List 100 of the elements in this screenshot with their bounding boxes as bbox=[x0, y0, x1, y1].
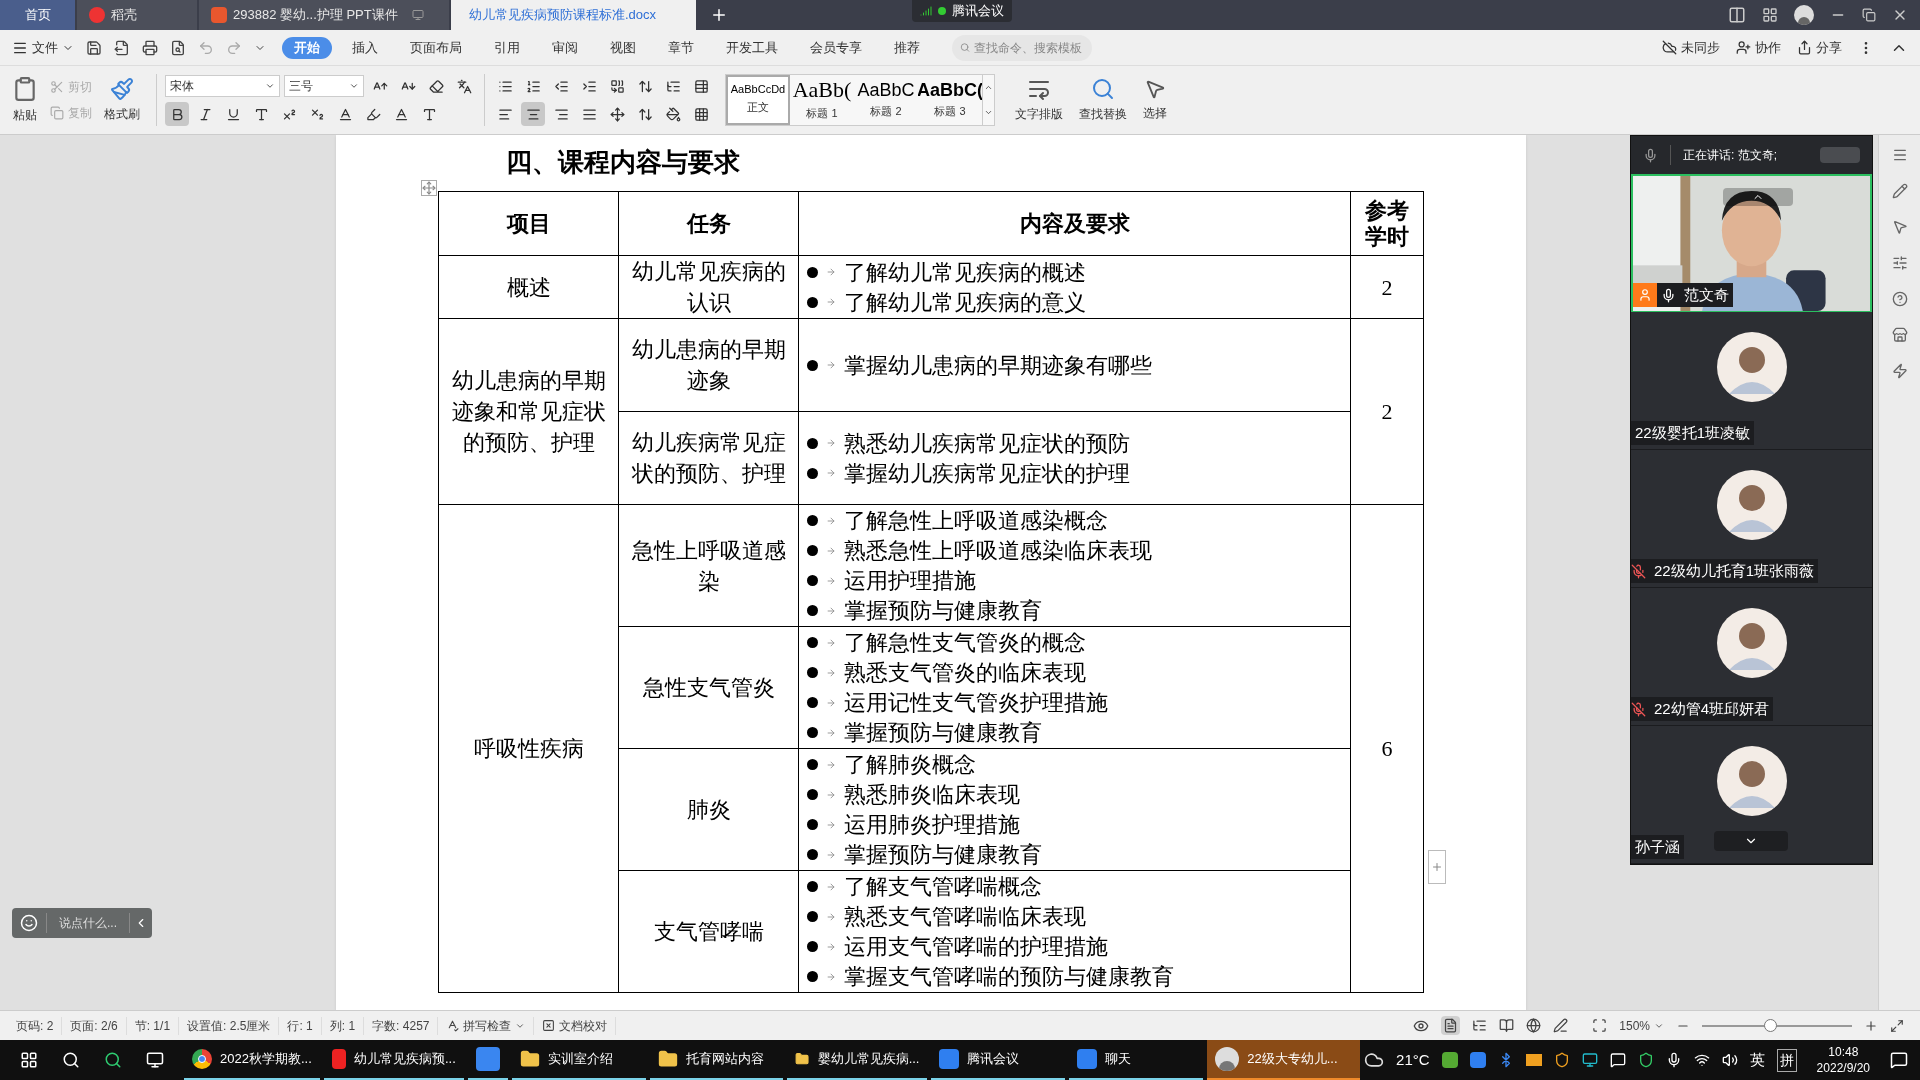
zoom-in-icon[interactable] bbox=[1864, 1018, 1878, 1033]
participant-tile[interactable]: 22级婴托1班凌敏 bbox=[1631, 312, 1872, 450]
participant-tile[interactable]: 22幼管4班邱妍君 bbox=[1631, 588, 1872, 726]
input-language[interactable]: 英 bbox=[1749, 1048, 1765, 1072]
font-size-field[interactable]: 三号 bbox=[284, 75, 364, 97]
ribbon-tool[interactable]: 选择 bbox=[1143, 78, 1167, 122]
taskbar-app[interactable]: 22级大专幼儿... bbox=[1207, 1040, 1361, 1080]
file-menu[interactable]: 文件 bbox=[12, 37, 74, 58]
display-tray-icon[interactable] bbox=[1581, 1052, 1598, 1068]
ribbon-tab[interactable]: 插入 bbox=[340, 36, 390, 59]
shield-icon[interactable] bbox=[1553, 1052, 1570, 1068]
drag-handle-icon[interactable] bbox=[1891, 147, 1908, 163]
ribbon-tool[interactable]: 文字排版 bbox=[1015, 77, 1063, 123]
document-tab[interactable]: 首页 bbox=[0, 0, 75, 30]
tab-mark-icon bbox=[826, 911, 836, 922]
requirement-text: 了解肺炎概念 bbox=[844, 751, 976, 779]
outline-view-icon[interactable] bbox=[1472, 1018, 1488, 1033]
ribbon-tab[interactable]: 视图 bbox=[598, 36, 648, 59]
ribbon-tab[interactable]: 推荐 bbox=[882, 36, 932, 59]
font-field[interactable]: 宋体 bbox=[165, 75, 280, 97]
style-preset[interactable]: AaBbC 标题 2 bbox=[854, 75, 918, 125]
pointer-icon[interactable] bbox=[1891, 219, 1908, 235]
taskbar-app[interactable]: 幼儿常见疾病预... bbox=[323, 1040, 464, 1080]
restore-icon[interactable] bbox=[1862, 8, 1876, 22]
logo-icon bbox=[1820, 147, 1860, 163]
write-view-icon[interactable] bbox=[1553, 1018, 1569, 1033]
chat-input-bar[interactable]: 说点什么... bbox=[12, 908, 152, 938]
spell-check-button[interactable]: 拼写检查 bbox=[438, 1016, 535, 1035]
paste-button[interactable]: 粘贴 bbox=[8, 76, 42, 124]
export-icon[interactable] bbox=[114, 39, 130, 56]
search-icon[interactable] bbox=[62, 1051, 80, 1069]
wifi-icon[interactable] bbox=[1693, 1052, 1710, 1068]
task-view-icon[interactable] bbox=[146, 1051, 164, 1069]
style-preset[interactable]: AaBb( 标题 1 bbox=[790, 75, 854, 125]
volume-icon[interactable] bbox=[1721, 1052, 1738, 1068]
status-item: 节: 1/1 bbox=[126, 1016, 180, 1035]
taskbar-app[interactable]: 腾讯会议 bbox=[931, 1040, 1066, 1080]
user-avatar[interactable] bbox=[1794, 5, 1814, 25]
save-icon[interactable] bbox=[86, 39, 102, 56]
grid-icon[interactable] bbox=[1762, 7, 1778, 23]
scroll-down-icon[interactable] bbox=[984, 108, 993, 117]
fit-page-icon[interactable] bbox=[1592, 1018, 1608, 1033]
print-preview-icon[interactable] bbox=[170, 39, 186, 56]
toolbar-action[interactable]: 未同步 bbox=[1662, 37, 1720, 58]
ribbon-tab[interactable]: 引用 bbox=[482, 36, 532, 59]
hours-cell: 2 bbox=[1381, 399, 1393, 424]
chat-tray-icon[interactable] bbox=[1609, 1052, 1626, 1068]
zoom-slider-thumb[interactable] bbox=[1763, 1018, 1777, 1032]
align-center-icon[interactable] bbox=[521, 102, 545, 126]
ribbon-tab[interactable]: 会员专享 bbox=[798, 36, 874, 59]
column-header: 任务 bbox=[686, 210, 731, 236]
security-icon[interactable] bbox=[1637, 1052, 1654, 1068]
assistant-search-icon[interactable] bbox=[104, 1051, 122, 1069]
start-icon[interactable] bbox=[20, 1051, 38, 1069]
window-tray-icon[interactable] bbox=[1525, 1054, 1542, 1066]
microphone-icon[interactable] bbox=[1643, 147, 1658, 163]
taskbar-app[interactable]: 2022秋学期教... bbox=[184, 1040, 320, 1080]
ribbon-tab[interactable]: 页面布局 bbox=[398, 36, 474, 59]
ribbon-tab[interactable]: 开发工具 bbox=[714, 36, 790, 59]
taskbar-app[interactable]: 托育网站内容 bbox=[649, 1040, 784, 1080]
participant-tile[interactable]: 范文奇 bbox=[1631, 174, 1872, 312]
scroll-up-icon[interactable] bbox=[984, 83, 993, 92]
taskbar-app[interactable]: 聊天 bbox=[1069, 1040, 1204, 1080]
command-search-field[interactable]: 查找命令、搜索模板 bbox=[952, 34, 1092, 61]
notification-icon[interactable] bbox=[1890, 1051, 1908, 1069]
proofread-button[interactable]: 文档校对 bbox=[534, 1016, 617, 1035]
settings-icon[interactable] bbox=[1891, 255, 1908, 271]
bold-icon[interactable] bbox=[165, 102, 189, 126]
print-icon[interactable] bbox=[142, 39, 158, 56]
zoom-level-dropdown[interactable]: 150% bbox=[1619, 1016, 1664, 1035]
style-preset[interactable]: AaBbCcDd 正文 bbox=[726, 75, 790, 125]
web-view-icon[interactable] bbox=[1526, 1018, 1542, 1033]
taskbar-app[interactable]: 实训室介绍 bbox=[511, 1040, 646, 1080]
document-tab[interactable]: 稻壳 bbox=[77, 0, 197, 30]
ribbon-tab[interactable]: 审阅 bbox=[540, 36, 590, 59]
ribbon-tab[interactable]: 章节 bbox=[656, 36, 706, 59]
bullet-icon bbox=[807, 759, 818, 770]
meeting-tray-icon[interactable] bbox=[1469, 1052, 1486, 1068]
help-icon[interactable] bbox=[1891, 291, 1908, 307]
expand-button[interactable] bbox=[1723, 188, 1793, 206]
fullscreen-icon[interactable] bbox=[1890, 1018, 1904, 1033]
new-tab-icon[interactable] bbox=[710, 6, 728, 24]
input-mode[interactable]: 拼 bbox=[1776, 1048, 1797, 1072]
dual-screen-icon[interactable] bbox=[1728, 6, 1746, 24]
store-icon[interactable] bbox=[1891, 327, 1908, 343]
document-tab[interactable]: 幼儿常见疾病预防课程标准.docx bbox=[451, 0, 696, 30]
ribbon-tool[interactable]: 查找替换 bbox=[1079, 77, 1127, 123]
pen-icon[interactable] bbox=[1891, 183, 1908, 199]
participant-tile[interactable]: 孙子涵 bbox=[1631, 726, 1872, 864]
clock[interactable]: 10:48 2022/9/20 bbox=[1808, 1044, 1878, 1076]
reading-view-icon[interactable] bbox=[1499, 1018, 1515, 1033]
taskbar-app[interactable]: 婴幼儿常见疾病... bbox=[787, 1040, 928, 1080]
table-move-handle-icon[interactable] bbox=[421, 180, 437, 196]
page-view-icon[interactable] bbox=[1441, 1016, 1461, 1035]
toolbar-action[interactable]: 分享 bbox=[1797, 37, 1842, 58]
format-painter-button[interactable]: 格式刷 bbox=[100, 77, 144, 123]
participant-tile[interactable]: 22级幼儿托育1班张雨薇 bbox=[1631, 450, 1872, 588]
document-tab[interactable]: 293882 婴幼...护理 PPT课件 bbox=[199, 0, 449, 30]
toolbar-action[interactable]: 协作 bbox=[1736, 37, 1781, 58]
lightning-icon[interactable] bbox=[1891, 363, 1908, 379]
